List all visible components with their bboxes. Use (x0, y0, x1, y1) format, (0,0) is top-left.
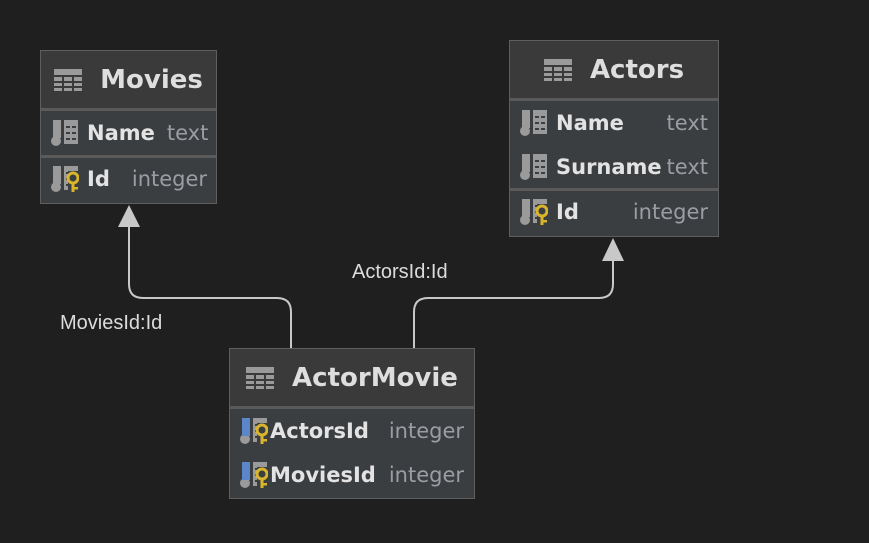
column-type: integer (131, 166, 208, 191)
table-movies[interactable]: Movies Name text Id integer (40, 50, 217, 204)
primary-key-column-icon (51, 165, 79, 192)
column-type: integer (632, 199, 708, 224)
arrowhead-movies (118, 205, 140, 227)
foreign-primary-key-column-icon (240, 418, 268, 444)
column-name: Id (87, 166, 110, 191)
column-icon (520, 153, 547, 180)
table-actormovie[interactable]: ActorMovie ActorsId integer MoviesId int… (229, 348, 475, 499)
column-icon (51, 120, 78, 146)
column-name: ActorsId (270, 419, 369, 443)
column-type: text (166, 121, 209, 145)
table-header: Actors (510, 41, 718, 101)
column-name: Surname (556, 154, 662, 179)
relation-label-movies: MoviesId:Id (60, 312, 163, 334)
foreign-primary-key-column-icon (240, 462, 268, 488)
column-row[interactable]: Name text (510, 101, 718, 145)
column-type: text (666, 111, 708, 135)
table-name: Movies (100, 64, 203, 95)
column-name: MoviesId (270, 463, 376, 487)
table-header: ActorMovie (230, 349, 474, 409)
table-icon (54, 68, 83, 91)
table-icon (246, 366, 275, 389)
primary-key-column-icon (520, 198, 548, 225)
column-icon (520, 110, 547, 136)
table-icon (543, 58, 572, 81)
column-type: text (666, 154, 708, 179)
table-header: Movies (41, 51, 216, 111)
column-name: Name (556, 111, 624, 135)
column-type: integer (388, 419, 464, 443)
column-row[interactable]: MoviesId integer (230, 453, 474, 497)
column-row[interactable]: Name text (41, 111, 216, 155)
arrowhead-actors (602, 238, 624, 261)
column-type: integer (388, 463, 464, 487)
table-name: ActorMovie (292, 362, 458, 393)
table-actors[interactable]: Actors Name text Surname text Id integer (509, 40, 719, 237)
column-row[interactable]: Surname text (510, 145, 718, 188)
column-name: Name (87, 121, 155, 145)
table-name: Actors (589, 54, 685, 85)
relation-label-actors: ActorsId:Id (352, 261, 448, 283)
column-row[interactable]: ActorsId integer (230, 409, 474, 453)
column-row[interactable]: Id integer (510, 188, 718, 232)
column-name: Id (556, 199, 579, 224)
column-row[interactable]: Id integer (41, 155, 216, 199)
